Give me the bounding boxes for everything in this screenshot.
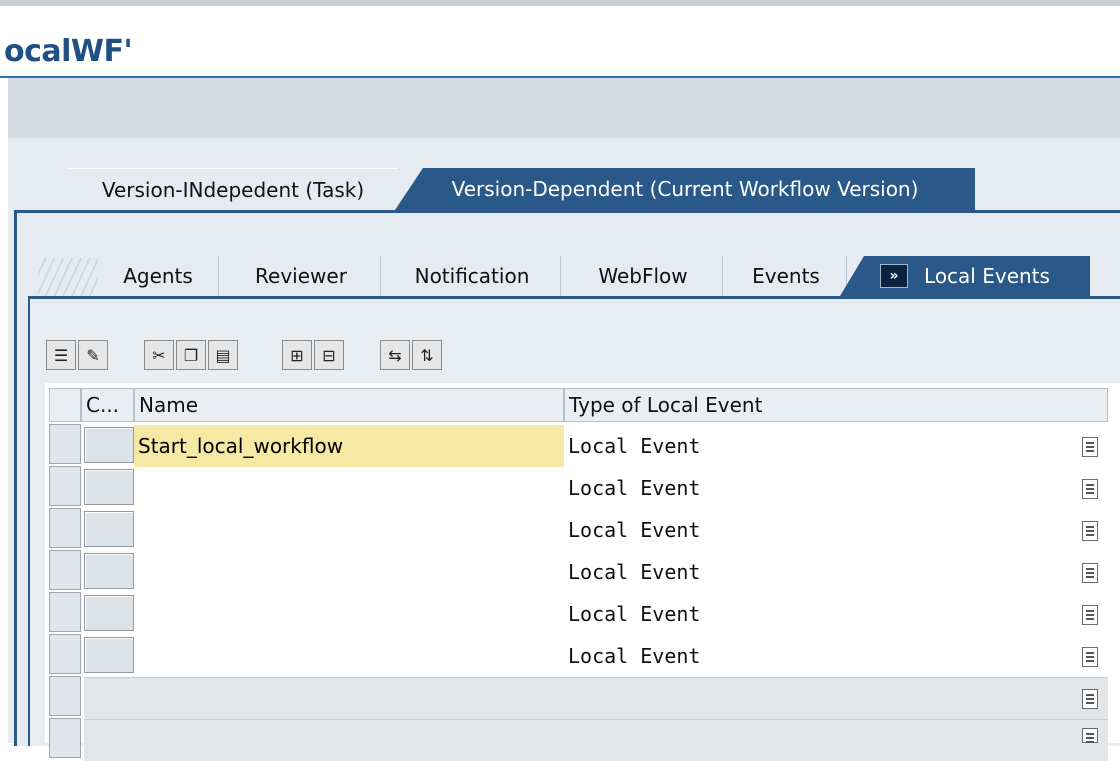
- name-cell[interactable]: [134, 551, 564, 593]
- row-button[interactable]: [84, 427, 134, 463]
- row-selector[interactable]: [49, 508, 81, 548]
- row-selector[interactable]: [49, 424, 81, 464]
- insert-row-icon[interactable]: ⊞: [282, 340, 312, 370]
- title-bar: ocalWF': [0, 6, 1120, 76]
- type-cell[interactable]: Local Event: [564, 467, 1108, 509]
- page-title: ocalWF': [4, 34, 133, 69]
- type-cell[interactable]: Local Event: [564, 425, 1108, 467]
- row-selector[interactable]: [49, 718, 81, 758]
- tab-webflow[interactable]: WebFlow: [564, 256, 723, 296]
- delete-row-icon[interactable]: ⊟: [314, 340, 344, 370]
- value-help-icon[interactable]: [1082, 563, 1098, 583]
- name-cell[interactable]: [134, 467, 564, 509]
- type-cell[interactable]: Local Event: [564, 509, 1108, 551]
- tab-reviewer[interactable]: Reviewer: [222, 256, 381, 296]
- tab-notification[interactable]: Notification: [384, 256, 561, 296]
- edit-icon[interactable]: ✎: [78, 340, 108, 370]
- tab-label: Reviewer: [255, 264, 347, 288]
- column-header-label: Type of Local Event: [569, 393, 763, 417]
- tab-agents[interactable]: Agents: [98, 256, 219, 296]
- tab-label: Local Events: [924, 264, 1050, 288]
- copy-icon[interactable]: ❐: [176, 340, 206, 370]
- value-help-icon[interactable]: [1082, 605, 1098, 625]
- tab-version-dependent[interactable]: Version-Dependent (Current Workflow Vers…: [395, 168, 975, 210]
- column-header-type[interactable]: Type of Local Event: [564, 388, 1108, 422]
- tab-label: WebFlow: [598, 264, 688, 288]
- application-toolbar: [8, 78, 1120, 138]
- tab-label: Version-INdepedent (Task): [101, 178, 365, 202]
- row-button[interactable]: [84, 511, 134, 547]
- value-help-icon[interactable]: [1082, 437, 1098, 457]
- row-button[interactable]: [84, 469, 134, 505]
- name-cell[interactable]: [134, 593, 564, 635]
- tab-label: Version-Dependent (Current Workflow Vers…: [451, 177, 919, 201]
- select-all-header[interactable]: [49, 388, 81, 422]
- empty-row: [84, 677, 1108, 719]
- column-header-name[interactable]: Name: [134, 388, 564, 422]
- column-header-c[interactable]: C...: [81, 388, 134, 422]
- tab-label: Agents: [123, 264, 193, 288]
- export-icon[interactable]: ⇆: [380, 340, 410, 370]
- type-cell[interactable]: Local Event: [564, 551, 1108, 593]
- row-selector[interactable]: [49, 634, 81, 674]
- name-cell[interactable]: Start_local_workflow: [134, 425, 564, 467]
- row-button[interactable]: [84, 637, 134, 673]
- value-help-icon[interactable]: [1082, 647, 1098, 667]
- tab-local-events[interactable]: » Local Events: [840, 256, 1090, 296]
- row-button[interactable]: [84, 553, 134, 589]
- type-cell[interactable]: Local Event: [564, 635, 1108, 677]
- paste-icon[interactable]: ▤: [208, 340, 238, 370]
- name-cell[interactable]: [134, 509, 564, 551]
- row-selector[interactable]: [49, 676, 81, 716]
- tab-label: Events: [752, 264, 820, 288]
- row-selector[interactable]: [49, 550, 81, 590]
- type-cell[interactable]: Local Event: [564, 593, 1108, 635]
- tab-version-independent[interactable]: Version-INdepedent (Task): [68, 168, 398, 211]
- row-selector[interactable]: [49, 592, 81, 632]
- detail-icon[interactable]: ☰: [46, 340, 76, 370]
- row-button[interactable]: [84, 595, 134, 631]
- value-help-icon[interactable]: [1082, 728, 1098, 743]
- import-icon[interactable]: ⇅: [412, 340, 442, 370]
- cut-icon[interactable]: ✂: [144, 340, 174, 370]
- value-help-icon[interactable]: [1082, 479, 1098, 499]
- local-events-icon: »: [880, 264, 909, 288]
- value-help-icon[interactable]: [1082, 521, 1098, 541]
- tab-events[interactable]: Events: [726, 256, 847, 296]
- row-selector[interactable]: [49, 466, 81, 506]
- tab-label: Notification: [414, 264, 530, 288]
- column-header-label: C...: [86, 393, 120, 417]
- name-cell[interactable]: [134, 635, 564, 677]
- value-help-icon[interactable]: [1082, 689, 1098, 709]
- empty-row: [84, 719, 1108, 761]
- column-header-label: Name: [139, 393, 199, 417]
